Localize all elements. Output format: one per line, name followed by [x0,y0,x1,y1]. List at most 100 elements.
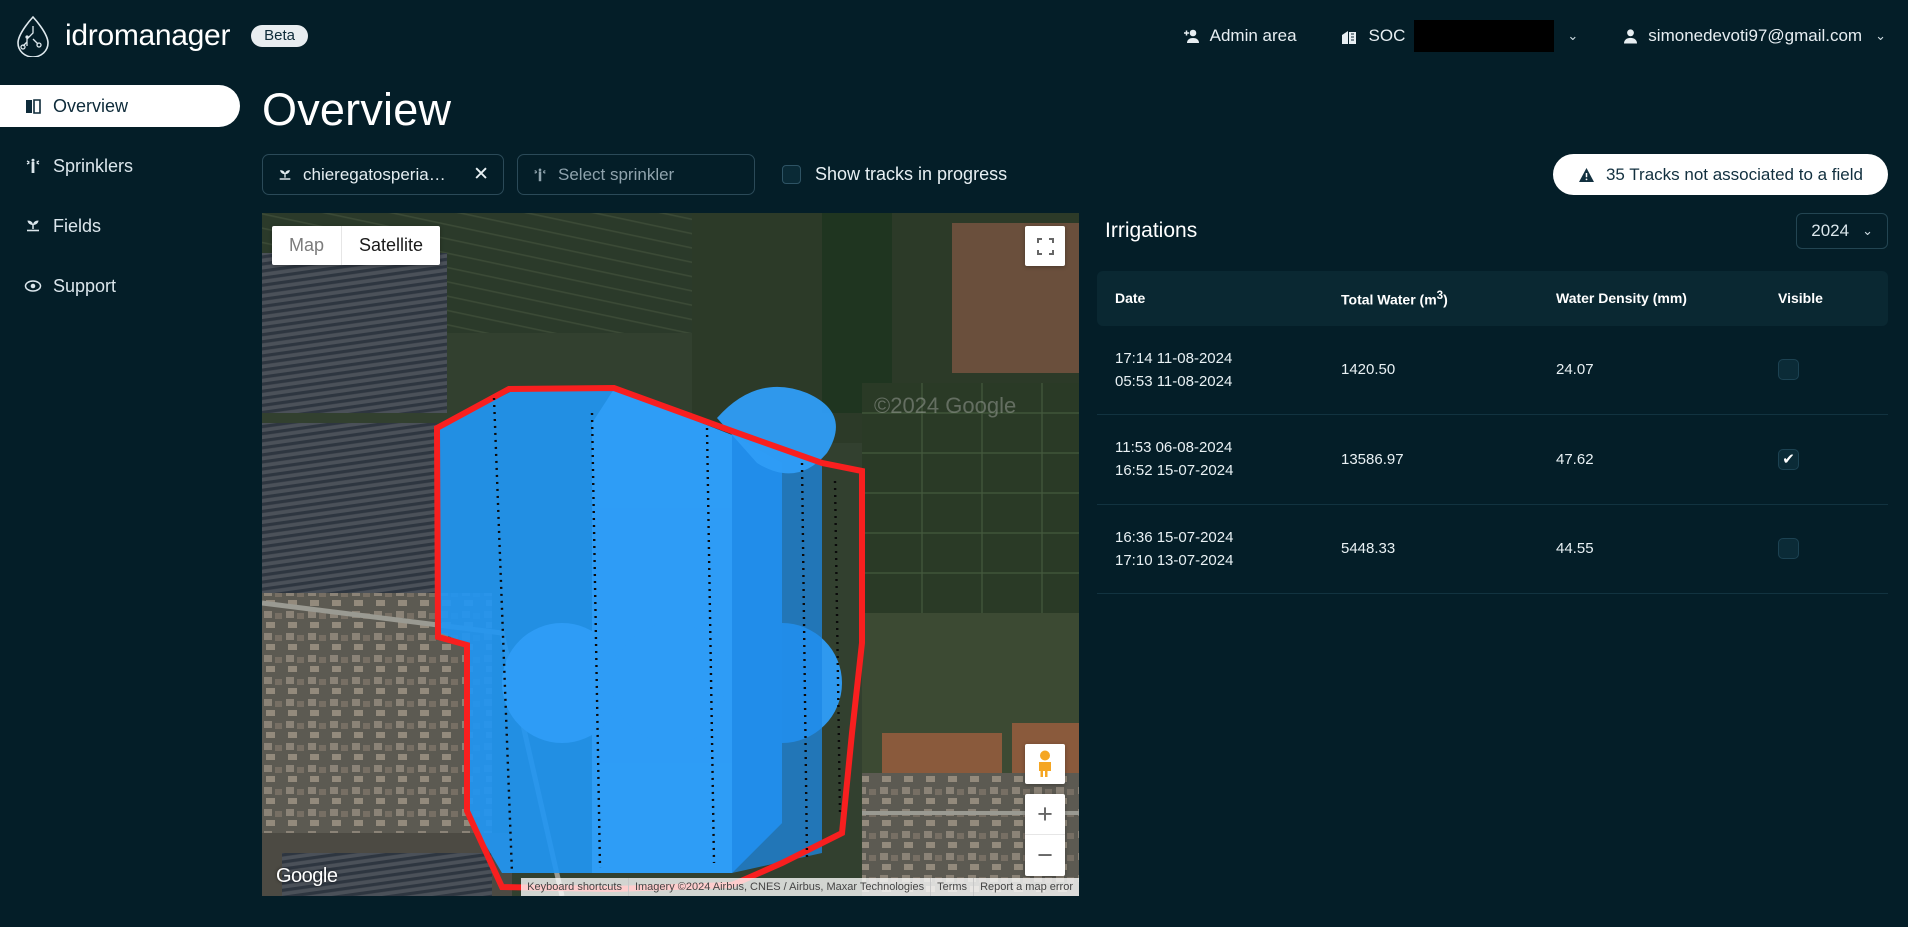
date-start: 17:10 13-07-2024 [1115,551,1234,569]
irrigations-header: Irrigations 2024 ⌄ [1097,213,1888,249]
date-end: 11:53 06-08-2024 [1115,439,1233,457]
attribution-imagery: Imagery ©2024 Airbus, CNES / Airbus, Max… [627,878,930,896]
cell-visible [1768,325,1888,416]
map-type-satellite[interactable]: Satellite [342,226,440,265]
support-eye-icon [24,280,42,292]
date-start: 16:52 15-07-2024 [1115,462,1234,480]
zoom-out-button[interactable]: − [1025,835,1065,876]
person-icon [1624,28,1638,43]
brand-logo-group[interactable]: idromanager Beta [0,15,308,57]
water-drop-circuit-icon [17,15,49,57]
seedling-icon [279,169,291,180]
table-row[interactable]: 17:14 11-08-2024 05:53 11-08-2024 1420.5… [1097,325,1888,416]
cell-total-water: 13586.97 [1331,414,1546,505]
main-content: Overview chieregatosperia… ✕ Select spri… [252,72,1908,927]
sidebar-item-label: Fields [53,215,102,236]
fullscreen-button[interactable] [1025,226,1065,266]
sidebar-item-support[interactable]: Support [0,265,240,307]
attribution-terms[interactable]: Terms [930,878,973,896]
tracks-not-associated-badge[interactable]: 35 Tracks not associated to a field [1552,154,1888,195]
sprinkler-selector[interactable]: Select sprinkler [517,154,755,195]
admin-area-label: Admin area [1209,26,1297,45]
irrigations-table: Date Total Water (m3) Water Density (mm)… [1097,271,1888,595]
tracks-not-associated-label: 35 Tracks not associated to a field [1605,164,1863,184]
map-type-toggle[interactable]: Map Satellite [272,226,441,265]
add-person-icon [1183,29,1199,43]
sidebar-item-label: Overview [53,95,129,116]
svg-text:©2024 Google: ©2024 Google [874,393,1016,418]
cell-date: 16:36 15-07-2024 17:10 13-07-2024 [1097,504,1331,595]
visible-checkbox[interactable] [1778,359,1799,381]
sidebar-item-overview[interactable]: Overview [0,85,240,127]
show-tracks-checkbox[interactable] [782,165,801,184]
attribution-keyboard-shortcuts[interactable]: Keyboard shortcuts [521,878,628,896]
sidebar-item-label: Sprinklers [53,155,134,176]
field-selector-value: chieregatosperia… [303,164,446,184]
sidebar-item-label: Support [53,275,117,296]
company-label: SOC [1368,26,1406,45]
fullscreen-icon [1036,237,1054,255]
filter-row: chieregatosperia… ✕ Select sprinkler Sho… [252,136,1908,195]
chevron-down-icon: ⌄ [1567,28,1579,43]
cell-date: 17:14 11-08-2024 05:53 11-08-2024 [1097,325,1331,416]
cell-water-density: 47.62 [1546,414,1768,505]
cell-total-water: 1420.50 [1331,325,1546,416]
content-split: ©2024 Google Map Satellite + − Google Ke… [252,195,1908,896]
date-end: 17:14 11-08-2024 [1115,349,1233,367]
map-zoom-controls[interactable]: + − [1025,794,1065,876]
map-attribution: Keyboard shortcuts Imagery ©2024 Airbus,… [521,878,1079,896]
sidebar-item-fields[interactable]: Fields [0,205,240,247]
table-body: 17:14 11-08-2024 05:53 11-08-2024 1420.5… [1097,325,1888,595]
cell-water-density: 24.07 [1546,325,1768,416]
column-header-visible: Visible [1768,271,1888,326]
cell-visible: ✔ [1768,414,1888,505]
chevron-down-icon: ⌄ [1875,28,1886,43]
sidebar-item-sprinklers[interactable]: Sprinklers [0,145,240,187]
visible-checkbox[interactable] [1778,538,1799,560]
chevron-down-icon: ⌄ [1862,223,1873,238]
cell-total-water: 5448.33 [1331,504,1546,595]
user-account-menu[interactable]: simonedevoti97@gmail.com ⌄ [1622,26,1886,46]
zoom-in-button[interactable]: + [1025,794,1065,835]
street-view-pegman[interactable] [1025,744,1065,784]
map-book-icon [26,99,41,114]
show-tracks-label: Show tracks in progress [815,164,1008,184]
seedling-icon [27,220,39,232]
cell-visible [1768,504,1888,595]
year-selector-value: 2024 [1811,221,1850,240]
table-row[interactable]: 16:36 15-07-2024 17:10 13-07-2024 5448.3… [1097,504,1888,595]
table-header-row: Date Total Water (m3) Water Density (mm)… [1097,271,1888,326]
irrigations-panel: Irrigations 2024 ⌄ Date Total Water (m3)… [1097,213,1908,896]
irrigations-title: Irrigations [1105,219,1198,242]
show-tracks-checkbox-group[interactable]: Show tracks in progress [782,164,1007,185]
map-type-map[interactable]: Map [272,226,343,265]
satellite-map-imagery: ©2024 Google [262,213,1079,896]
street-view-pegman-icon [1039,750,1051,777]
field-selector[interactable]: chieregatosperia… ✕ [262,154,504,195]
cell-date: 11:53 06-08-2024 16:52 15-07-2024 [1097,414,1331,505]
table-header: Date Total Water (m3) Water Density (mm)… [1097,271,1888,326]
date-end: 16:36 15-07-2024 [1115,528,1234,546]
map-container[interactable]: ©2024 Google Map Satellite + − Google Ke… [262,213,1079,896]
year-selector[interactable]: 2024 ⌄ [1796,213,1888,249]
sprinkler-selector-placeholder: Select sprinkler [558,164,675,184]
company-selector[interactable]: SOC ⌄ [1341,20,1579,52]
warning-triangle-icon [1578,167,1594,182]
visible-checkbox[interactable]: ✔ [1778,448,1799,470]
page-title: Overview [262,84,452,135]
column-header-water-density: Water Density (mm) [1546,271,1768,326]
google-logo: Google [276,865,338,887]
close-icon[interactable]: ✕ [473,165,489,184]
user-email: simonedevoti97@gmail.com [1648,26,1863,45]
column-header-total-water: Total Water (m3) [1331,271,1546,326]
building-icon [1341,30,1356,44]
cell-water-density: 44.55 [1546,504,1768,595]
company-name-redacted [1414,20,1555,52]
sprinkler-icon [26,158,40,173]
brand-name: idromanager [65,19,231,52]
beta-badge: Beta [251,25,308,47]
table-row[interactable]: 11:53 06-08-2024 16:52 15-07-2024 13586.… [1097,414,1888,505]
admin-area-link[interactable]: Admin area [1182,26,1297,46]
attribution-report-error[interactable]: Report a map error [973,878,1079,896]
date-start: 05:53 11-08-2024 [1115,372,1233,390]
